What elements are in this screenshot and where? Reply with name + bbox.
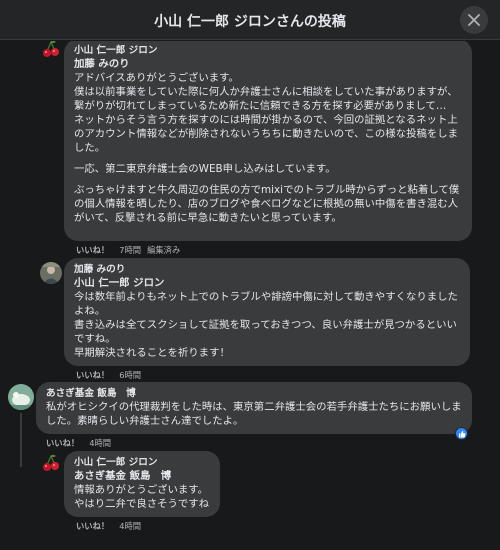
comment-text: 私がオヒシクイの代理裁判をした時は、東京第二弁護士会の若手弁護士たちにお願いしま…: [46, 401, 462, 427]
comment-text: アドバイスありがとうございます。: [74, 72, 239, 84]
comment-actions: いいね！ 6時間: [76, 369, 147, 381]
dialog-title: 小山 仁一郎 ジロンさんの投稿: [154, 14, 346, 30]
reaction-badge[interactable]: [455, 427, 468, 440]
comment-mention[interactable]: あさぎ基金 飯島 博: [74, 469, 210, 483]
comment-actions: いいね！ 7時間 編集済み: [76, 244, 180, 256]
comment-timestamp[interactable]: 4時間: [89, 438, 111, 448]
comment-mention[interactable]: 小山 仁一郎 ジロン: [74, 276, 460, 290]
comment-author[interactable]: 加藤 みのり: [74, 263, 460, 276]
cherry-avatar-icon[interactable]: [40, 453, 62, 475]
comment-actions: いいね！ 4時間: [76, 520, 147, 532]
comment-bubble: 小山 仁一郎 ジロン 加藤 みのり アドバイスありがとうございます。 僕は以前事…: [64, 41, 472, 241]
comment-text: 情報ありがとうございます。: [74, 484, 209, 496]
like-button[interactable]: いいね！: [46, 438, 79, 448]
comment-text: ぶっちゃけますと牛久周辺の住民の方でmixiでのトラブル時からずっと粘着して僕の…: [74, 184, 460, 224]
edited-label[interactable]: 編集済み: [147, 245, 180, 255]
bird-photo-avatar[interactable]: [8, 384, 34, 410]
comment-mention[interactable]: 加藤 みのり: [74, 57, 462, 71]
comment-text: 今は数年前よりもネット上でのトラブルや誹謗中傷に対して動きやすくなりましたよね。: [74, 291, 458, 317]
comment-text: 早期解決されることを祈ります！: [74, 347, 230, 359]
like-button[interactable]: いいね！: [76, 370, 109, 380]
comment-text: 書き込みは全てスクショして証拠を取っておきつつ、良い弁護士が見つかるといいですね…: [74, 319, 457, 345]
close-icon: [468, 14, 480, 26]
like-button[interactable]: いいね！: [76, 245, 109, 255]
user-photo-avatar[interactable]: [40, 262, 62, 284]
comment-author[interactable]: 小山 仁一郎 ジロン: [74, 456, 210, 469]
comment-text: 一応、第二東京弁護士会のWEB申し込みはしています。: [74, 163, 336, 175]
comment-author[interactable]: 小山 仁一郎 ジロン: [74, 44, 462, 57]
thumbs-up-icon: [458, 430, 465, 437]
comment-text: ネットからそう言う方を探すのには時間が掛かるので、今回の証拠となるネット上のアカ…: [74, 114, 459, 154]
comment-text: やはり二弁で良さそうですね: [74, 498, 210, 510]
comment-author[interactable]: あさぎ基金 飯島 博: [46, 387, 462, 400]
close-button[interactable]: [460, 6, 488, 34]
comment-timestamp[interactable]: 4時間: [119, 521, 141, 531]
dialog-header: 小山 仁一郎 ジロンさんの投稿: [0, 0, 500, 40]
comment-timestamp[interactable]: 6時間: [119, 370, 141, 380]
comment-bubble: 加藤 みのり 小山 仁一郎 ジロン 今は数年前よりもネット上でのトラブルや誹謗中…: [64, 258, 470, 366]
like-button[interactable]: いいね！: [76, 521, 109, 531]
comment-actions: いいね！ 4時間: [46, 437, 117, 449]
comment-bubble: 小山 仁一郎 ジロン あさぎ基金 飯島 博 情報ありがとうございます。 やはり二…: [64, 451, 220, 517]
cherry-avatar-icon[interactable]: [40, 41, 62, 61]
comment-bubble: あさぎ基金 飯島 博 私がオヒシクイの代理裁判をした時は、東京第二弁護士会の若手…: [36, 382, 472, 434]
comment-text: 僕は以前事業をしていた際に何人か弁護士さんに相談をしていた事がありますが、繋がり…: [74, 86, 458, 112]
thread-line: [20, 413, 22, 467]
comments-feed[interactable]: 小山 仁一郎 ジロン 加藤 みのり アドバイスありがとうございます。 僕は以前事…: [0, 41, 500, 550]
comment-timestamp[interactable]: 7時間: [119, 245, 141, 255]
